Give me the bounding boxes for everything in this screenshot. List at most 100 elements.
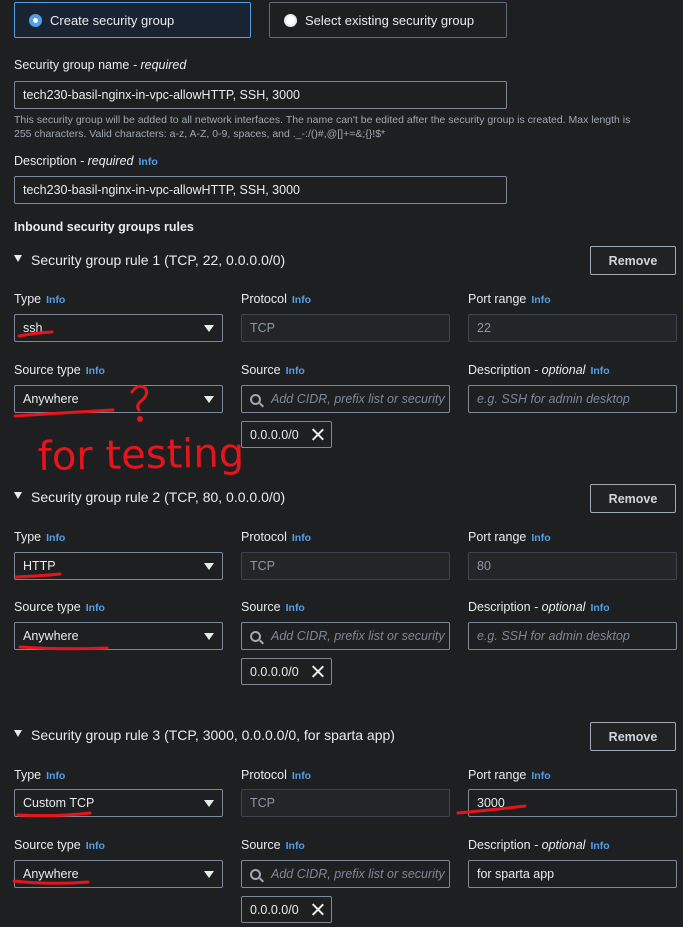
rule-2-port-range-field: 80: [468, 552, 677, 580]
rule-1-description-label: Description - optional Info: [468, 363, 610, 377]
rule-2-type-label: Type Info: [14, 530, 65, 544]
rule-1-type-label: Type Info: [14, 292, 65, 306]
description-optional-info-link[interactable]: Info: [590, 602, 609, 614]
rule-1-source-search-input[interactable]: Add CIDR, prefix list or security: [241, 385, 450, 413]
source-info-link[interactable]: Info: [286, 602, 305, 614]
expand-triangle-icon[interactable]: [14, 491, 22, 499]
rule-2-token-value: 0.0.0.0/0: [250, 664, 299, 679]
rule-2-description-label: Description - optional Info: [468, 600, 610, 614]
create-security-group-option[interactable]: Create security group: [14, 2, 251, 38]
optional-text: - optional: [530, 363, 586, 377]
rule-1-title: Security group rule 1 (TCP, 22, 0.0.0.0/…: [31, 252, 286, 268]
rule-3-type-select[interactable]: Custom TCP: [14, 789, 223, 817]
rule-3-remove-button[interactable]: Remove: [590, 722, 676, 751]
rule-3-source-label: Source Info: [241, 838, 305, 852]
protocol-label-text: Protocol: [241, 768, 287, 782]
rule-3-source-type-select[interactable]: Anywhere: [14, 860, 223, 888]
rule-3-cidr-token: 0.0.0.0/0: [241, 896, 332, 923]
security-group-name-input[interactable]: tech230-basil-nginx-in-vpc-allowHTTP, SS…: [14, 81, 507, 109]
description-optional-label-text: Description: [468, 838, 531, 852]
type-info-link[interactable]: Info: [46, 770, 65, 782]
rule-2-header[interactable]: Security group rule 2 (TCP, 80, 0.0.0.0/…: [14, 489, 285, 505]
create-security-group-label: Create security group: [50, 12, 175, 28]
description-optional-info-link[interactable]: Info: [590, 840, 609, 852]
optional-text: - optional: [530, 600, 586, 614]
name-required-text: - required: [129, 58, 187, 72]
close-icon[interactable]: [311, 903, 324, 916]
port-range-label-text: Port range: [468, 530, 527, 544]
rule-1-description-input[interactable]: e.g. SSH for admin desktop: [468, 385, 677, 413]
description-input[interactable]: tech230-basil-nginx-in-vpc-allowHTTP, SS…: [14, 176, 507, 204]
port-range-label-text: Port range: [468, 292, 527, 306]
security-group-name-label: Security group name - required: [14, 58, 186, 72]
rule-3-port-range-input[interactable]: 3000: [468, 789, 677, 817]
type-info-link[interactable]: Info: [46, 532, 65, 544]
radio-unselected-icon[interactable]: [284, 13, 297, 27]
rule-2-protocol-field: TCP: [241, 552, 450, 580]
description-required-text: - required: [76, 154, 134, 168]
rule-2-source-type-select[interactable]: Anywhere: [14, 622, 223, 650]
rule-3-header[interactable]: Security group rule 3 (TCP, 3000, 0.0.0.…: [14, 727, 395, 743]
caret-down-icon: [204, 325, 214, 332]
rule-1-remove-button[interactable]: Remove: [590, 246, 676, 275]
close-icon[interactable]: [311, 428, 324, 441]
security-group-name-help: This security group will be added to all…: [14, 113, 674, 141]
source-type-info-link[interactable]: Info: [86, 840, 105, 852]
rule-2-description-input[interactable]: e.g. SSH for admin desktop: [468, 622, 677, 650]
source-label-text: Source: [241, 838, 281, 852]
rule-2-source-search-input[interactable]: Add CIDR, prefix list or security: [241, 622, 450, 650]
caret-down-icon: [204, 396, 214, 403]
caret-down-icon: [204, 800, 214, 807]
rule-2-protocol-label: Protocol Info: [241, 530, 311, 544]
source-type-label-text: Source type: [14, 363, 81, 377]
rule-1-header[interactable]: Security group rule 1 (TCP, 22, 0.0.0.0/…: [14, 252, 285, 268]
description-optional-label-text: Description: [468, 600, 531, 614]
protocol-label-text: Protocol: [241, 530, 287, 544]
handwritten-note: for testing: [37, 430, 244, 480]
rule-1-source-type-select[interactable]: Anywhere: [14, 385, 223, 413]
rule-2-type-value: HTTP: [23, 559, 56, 573]
description-optional-info-link[interactable]: Info: [590, 365, 609, 377]
description-optional-label-text: Description: [468, 363, 531, 377]
source-type-info-link[interactable]: Info: [86, 602, 105, 614]
port-range-info-link[interactable]: Info: [531, 532, 550, 544]
port-range-label-text: Port range: [468, 768, 527, 782]
rule-3-type-label: Type Info: [14, 768, 65, 782]
source-label-text: Source: [241, 600, 281, 614]
caret-down-icon: [204, 563, 214, 570]
protocol-info-link[interactable]: Info: [292, 770, 311, 782]
rule-1-type-select[interactable]: ssh: [14, 314, 223, 342]
rule-3-description-input[interactable]: for sparta app: [468, 860, 677, 888]
search-icon: [250, 868, 261, 880]
rule-1-source-label: Source Info: [241, 363, 305, 377]
rule-3-protocol-label: Protocol Info: [241, 768, 311, 782]
source-placeholder: Add CIDR, prefix list or security: [271, 392, 445, 406]
source-type-info-link[interactable]: Info: [86, 365, 105, 377]
rule-2-remove-button[interactable]: Remove: [590, 484, 676, 513]
source-info-link[interactable]: Info: [286, 365, 305, 377]
rule-3-protocol-field: TCP: [241, 789, 450, 817]
protocol-info-link[interactable]: Info: [292, 532, 311, 544]
protocol-info-link[interactable]: Info: [292, 294, 311, 306]
search-icon: [250, 393, 261, 405]
port-range-info-link[interactable]: Info: [531, 294, 550, 306]
rule-3-source-type-value: Anywhere: [23, 867, 79, 881]
type-label-text: Type: [14, 530, 42, 544]
protocol-label-text: Protocol: [241, 292, 287, 306]
description-label-text: Description: [14, 154, 77, 168]
rule-1-source-type-value: Anywhere: [23, 392, 79, 406]
expand-triangle-icon[interactable]: [14, 729, 22, 737]
type-info-link[interactable]: Info: [46, 294, 65, 306]
question-mark-dot: [137, 416, 143, 422]
radio-selected-icon[interactable]: [29, 13, 42, 27]
port-range-info-link[interactable]: Info: [531, 770, 550, 782]
rule-2-type-select[interactable]: HTTP: [14, 552, 223, 580]
source-info-link[interactable]: Info: [286, 840, 305, 852]
rule-2-source-type-label: Source type Info: [14, 600, 105, 614]
description-info-link[interactable]: Info: [139, 156, 158, 168]
close-icon[interactable]: [311, 665, 324, 678]
expand-triangle-icon[interactable]: [14, 254, 22, 262]
rule-3-source-search-input[interactable]: Add CIDR, prefix list or security: [241, 860, 450, 888]
select-existing-security-group-label: Select existing security group: [305, 12, 475, 28]
select-existing-security-group-option[interactable]: Select existing security group: [269, 2, 507, 38]
